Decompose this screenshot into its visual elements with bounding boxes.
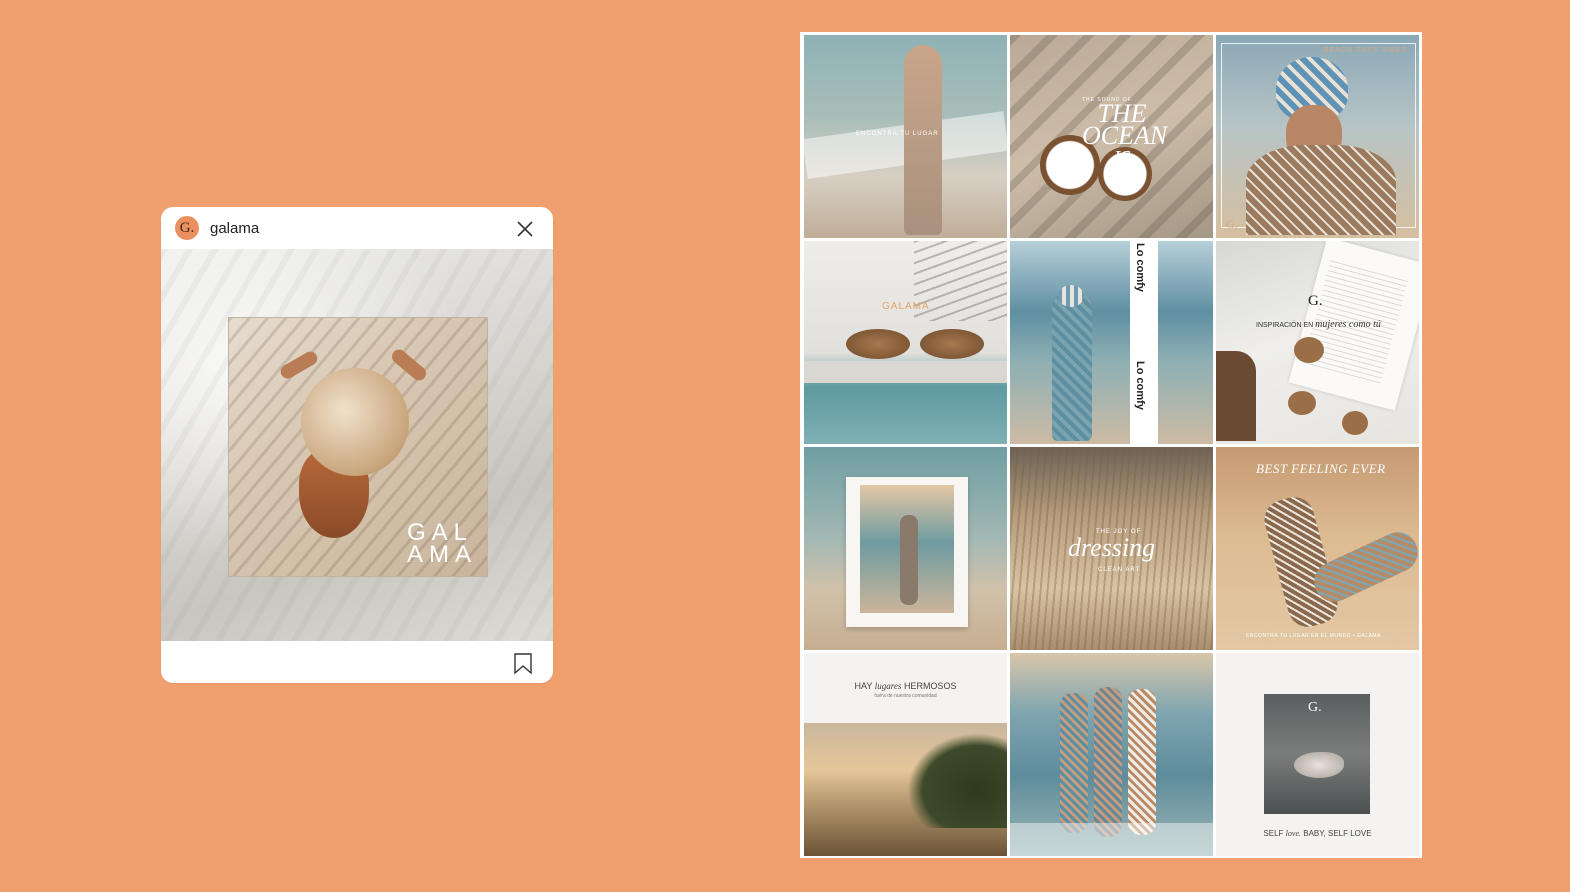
wicker-pouf: [920, 329, 984, 359]
hand-shape: [1216, 351, 1256, 441]
woman-figure: [900, 515, 918, 605]
avatar-letter: G.: [179, 219, 195, 236]
woman-figure: [1307, 525, 1419, 609]
tile-12-caption: SELF love. BABY, SELF LOVE: [1216, 829, 1419, 838]
woman-figure: [1128, 689, 1156, 835]
grid-tile-11[interactable]: [1010, 653, 1213, 856]
instagram-post-card: G. galama GAL AMA: [161, 207, 553, 683]
crochet-top: [1246, 145, 1396, 235]
tile-10-heading: HAY lugares HERMOSOS: [804, 681, 1007, 691]
tile-6-line: INSPIRACIÓN EN mujeres como tú: [1256, 319, 1381, 330]
close-button[interactable]: [515, 219, 535, 239]
tile-8-small-bottom: CLEAN ART: [1098, 567, 1141, 573]
woman-figure: [1094, 687, 1122, 837]
grid-tile-2[interactable]: THE SOUND OF THE OCEAN IS: [1010, 35, 1213, 238]
grid-tile-8[interactable]: THE JOY OF dressing CLEAN ART: [1010, 447, 1213, 650]
grid-tile-1[interactable]: ENCONTRÁ TU LUGAR: [804, 35, 1007, 238]
pool-ledge: [804, 361, 1007, 383]
tile-6-brand: G.: [1308, 293, 1323, 309]
post-image[interactable]: GAL AMA: [161, 249, 553, 641]
tile-9-caption: ENCONTRÁ TU LUGAR EN EL MUNDO • GALAMA: [1246, 633, 1381, 639]
grid-tile-10[interactable]: HAY lugares HERMOSOS fuera de nuestra co…: [804, 653, 1007, 856]
grid-tile-12[interactable]: G. SELF love. BABY, SELF LOVE: [1216, 653, 1419, 856]
framed-photo: [860, 485, 954, 613]
post-header: G. galama: [161, 207, 553, 249]
tile-10-italic: lugares: [874, 681, 902, 691]
grid-tile-4[interactable]: GALAMA: [804, 241, 1007, 444]
tile-4-brand: GALAMA: [882, 301, 930, 312]
logo-line-2: AMA: [406, 541, 477, 568]
tile-5-side-text-2: Lo comfy: [1134, 361, 1146, 410]
tile-6-line-prefix: INSPIRACIÓN EN: [1256, 322, 1314, 329]
tile-2-title: THE OCEAN IS: [1082, 101, 1168, 170]
grid-tile-6[interactable]: G. INSPIRACIÓN EN mujeres como tú: [1216, 241, 1419, 444]
crochet-dress: [1052, 291, 1092, 441]
tile-5-side-text-1: Lo comfy: [1134, 243, 1146, 292]
straw-hat: [301, 368, 409, 476]
coconut: [1288, 391, 1316, 415]
grid-tile-7[interactable]: [804, 447, 1007, 650]
checker-hat: [1058, 285, 1084, 307]
title-line-2: OCEAN: [1082, 121, 1168, 150]
tile-12-caption-italic: love.: [1285, 829, 1301, 838]
coconut: [1342, 411, 1368, 435]
tile-8-title: dressing: [1068, 533, 1156, 562]
woman-figure: [904, 45, 942, 235]
tropical-photo: [804, 723, 1007, 856]
bookmark-icon: [514, 653, 532, 675]
woman-figure: [1060, 693, 1088, 833]
shell-photo: G.: [1264, 694, 1370, 814]
tile-12-caption-suffix: BABY, SELF LOVE: [1303, 829, 1372, 838]
title-line-3: IS: [1113, 147, 1131, 169]
wicker-pouf: [846, 329, 910, 359]
tile-3-corner-text: BEACH DAYS VIBES: [1323, 47, 1407, 54]
coconut: [1294, 337, 1324, 363]
feed-grid: ENCONTRÁ TU LUGAR THE SOUND OF THE OCEAN…: [800, 32, 1422, 858]
palm-trees: [907, 733, 1007, 828]
photo-frame: [846, 477, 968, 627]
grid-tile-5[interactable]: Lo comfy Lo comfy: [1010, 241, 1213, 444]
tile-12-brand: G.: [1308, 700, 1322, 715]
galama-logo: GAL AMA: [406, 521, 477, 568]
tile-10-subtext: fuera de nuestra comunidad: [874, 693, 937, 699]
close-icon: [517, 221, 533, 237]
tile-10-prefix: HAY: [854, 681, 873, 691]
tile-6-line-italic: mujeres como tú: [1315, 319, 1381, 330]
wave-foam: [1010, 823, 1213, 856]
inner-photo: GAL AMA: [228, 317, 488, 577]
bookmark-button[interactable]: [513, 653, 533, 680]
tile-1-text: ENCONTRÁ TU LUGAR: [856, 131, 939, 137]
avatar[interactable]: G.: [175, 216, 199, 240]
username[interactable]: galama: [210, 220, 259, 237]
post-footer: [161, 641, 553, 683]
tile-3-brand: G.: [1226, 217, 1238, 231]
grid-tile-3[interactable]: BEACH DAYS VIBES G.: [1216, 35, 1419, 238]
seashell: [1294, 752, 1344, 778]
tile-9-title: BEST FEELING EVER: [1256, 461, 1386, 476]
grid-tile-9[interactable]: BEST FEELING EVER ENCONTRÁ TU LUGAR EN E…: [1216, 447, 1419, 650]
tile-12-caption-prefix: SELF: [1263, 829, 1284, 838]
tile-10-suffix: HERMOSOS: [903, 681, 957, 691]
